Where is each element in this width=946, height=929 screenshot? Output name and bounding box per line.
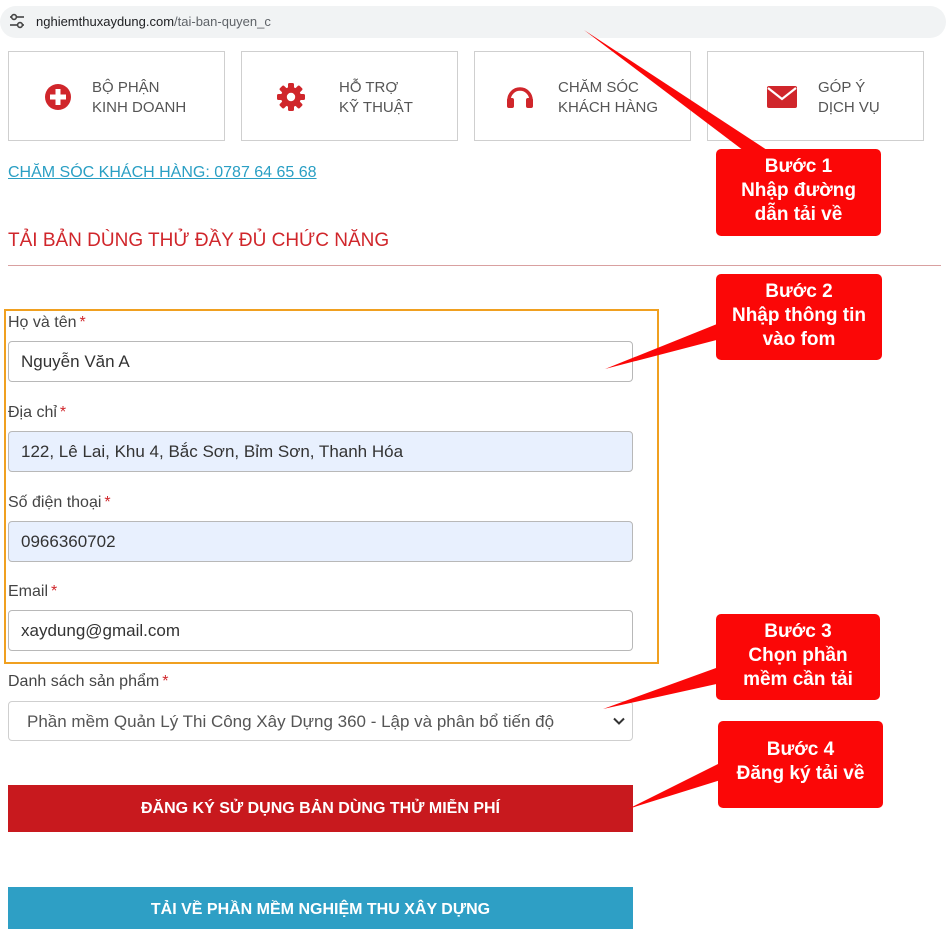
support-customer-box[interactable]: CHĂM SÓC KHÁCH HÀNG [474,51,691,141]
url-path: /tai-ban-quyen_c [174,14,271,29]
address-label: Địa chỉ * [8,404,67,421]
support-tech-label: HỖ TRỢ KỸ THUẬT [339,79,413,116]
register-trial-button[interactable]: ĐĂNG KÝ SỬ DỤNG BẢN DÙNG THỬ MIỄN PHÍ [8,785,633,832]
name-label: Họ và tên * [8,314,86,331]
headphones-icon [507,87,533,108]
email-label: Email * [8,583,58,600]
tune-icon[interactable] [8,12,26,30]
download-software-button[interactable]: TẢI VỀ PHẦN MỀM NGHIỆM THU XÂY DỰNG [8,887,633,929]
hotline-link[interactable]: CHĂM SÓC KHÁCH HÀNG: 0787 64 65 68 [8,164,317,182]
email-input[interactable] [8,610,633,651]
product-label: Danh sách sản phẩm * [8,673,169,690]
phone-label: Số điện thoại * [8,494,111,511]
url-host: nghiemthuxaydung.com [36,14,175,29]
step-1-callout: Bước 1 Nhập đường dẫn tải về [716,149,881,236]
step-4-callout: Bước 4 Đăng ký tải về [718,721,883,808]
step-2-callout: Bước 2 Nhập thông tin vào fom [716,274,882,360]
plus-circle-icon [45,84,71,110]
browser-address-bar: nghiemthuxaydung.com/tai-ban-quyen_c [0,0,946,40]
support-customer-label: CHĂM SÓC KHÁCH HÀNG [558,79,659,116]
address-input[interactable] [8,431,633,472]
product-select-value: Phần mềm Quản Lý Thi Công Xây Dựng 360 -… [27,712,555,731]
envelope-icon [767,86,797,108]
url-text[interactable]: nghiemthuxaydung.com/tai-ban-quyen_c [36,14,271,29]
product-select[interactable]: Phần mềm Quản Lý Thi Công Xây Dựng 360 -… [8,701,633,741]
step-3-callout: Bước 3 Chọn phần mềm cần tải [716,614,880,700]
section-title: TẢI BẢN DÙNG THỬ ĐẦY ĐỦ CHỨC NĂNG [8,230,390,251]
phone-input[interactable] [8,521,633,562]
support-sales-box[interactable]: BỘ PHẬN KINH DOANH [8,51,225,141]
chevron-down-icon [613,717,625,725]
step-4-arrow [628,763,727,809]
name-input[interactable] [8,341,633,382]
support-tech-box[interactable]: HỖ TRỢ KỸ THUẬT [241,51,458,141]
support-feedback-box[interactable]: GÓP Ý DỊCH VỤ [707,51,924,141]
support-feedback-label: GÓP Ý DỊCH VỤ [818,79,880,116]
section-divider [8,265,941,266]
support-sales-label: BỘ PHẬN KINH DOANH [92,79,187,116]
gear-icon [277,83,305,111]
